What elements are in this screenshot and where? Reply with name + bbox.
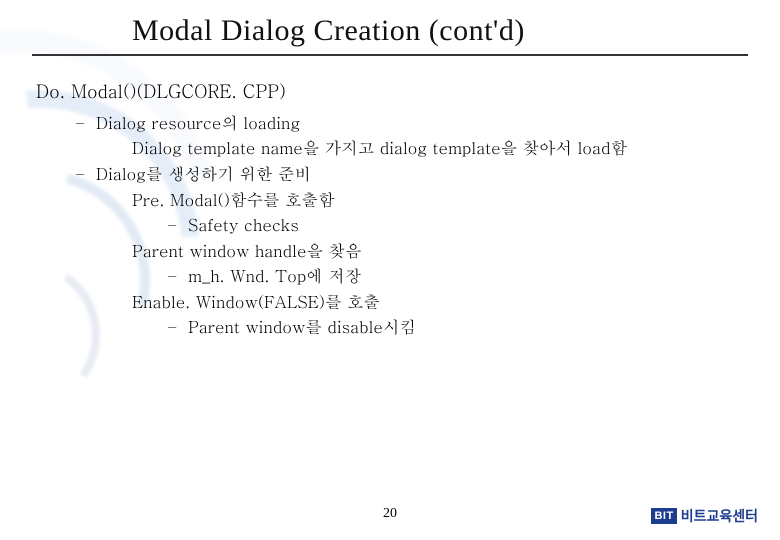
- bullet-level-2: Dialog template name을 가지고 dialog templat…: [96, 135, 627, 161]
- footer-logo: BIT 비트교육센터: [651, 506, 758, 526]
- dash-icon: –: [76, 110, 96, 161]
- title-underline: [32, 54, 748, 56]
- bullet-level-1: – Dialog resource의 loading Dialog templa…: [36, 110, 748, 340]
- bullet-text: Dialog resource의 loading: [96, 110, 300, 134]
- logo-badge: BIT: [651, 508, 676, 524]
- dash-icon: –: [76, 161, 96, 340]
- bullet-text: Dialog template name을 가지고 dialog templat…: [132, 135, 627, 159]
- logo-text: 비트교육센터: [681, 506, 758, 526]
- bullet-text: Pre. Modal()함수를 호출함: [132, 187, 334, 211]
- bullet-text: Safety checks: [188, 212, 299, 238]
- list-item: – Dialog resource의 loading Dialog templa…: [76, 110, 748, 161]
- slide-title: Modal Dialog Creation (cont'd): [32, 14, 748, 48]
- section-heading: Do. Modal()(DLGCORE. CPP): [36, 78, 748, 106]
- bullet-text: Enable. Window(FALSE)를 호출: [132, 289, 380, 313]
- bullet-text: m_h. Wnd. Top에 저장: [188, 263, 361, 289]
- bullet-level-3: – Parent window를 disable시킴: [132, 314, 416, 340]
- bullet-level-3: – Safety checks: [132, 212, 416, 238]
- slide: Modal Dialog Creation (cont'd) Do. Modal…: [0, 0, 780, 540]
- list-item: – Dialog를 생성하기 위한 준비 Pre. Modal()함수를 호출함…: [76, 161, 748, 340]
- dash-icon: –: [168, 263, 188, 289]
- bullet-level-2: Enable. Window(FALSE)를 호출 – Parent windo…: [96, 289, 416, 340]
- bullet-text: Parent window handle을 찾음: [132, 238, 361, 262]
- bullet-text: Parent window를 disable시킴: [188, 314, 416, 340]
- bullet-level-3: – m_h. Wnd. Top에 저장: [132, 263, 416, 289]
- dash-icon: –: [168, 212, 188, 238]
- bullet-level-2: Pre. Modal()함수를 호출함 – Safety checks: [96, 187, 416, 238]
- dash-icon: –: [168, 314, 188, 340]
- bullet-level-2: Parent window handle을 찾음 – m_h. Wnd. Top…: [96, 238, 416, 289]
- slide-body: Do. Modal()(DLGCORE. CPP) – Dialog resou…: [32, 78, 748, 340]
- bullet-text: Dialog를 생성하기 위한 준비: [96, 161, 311, 185]
